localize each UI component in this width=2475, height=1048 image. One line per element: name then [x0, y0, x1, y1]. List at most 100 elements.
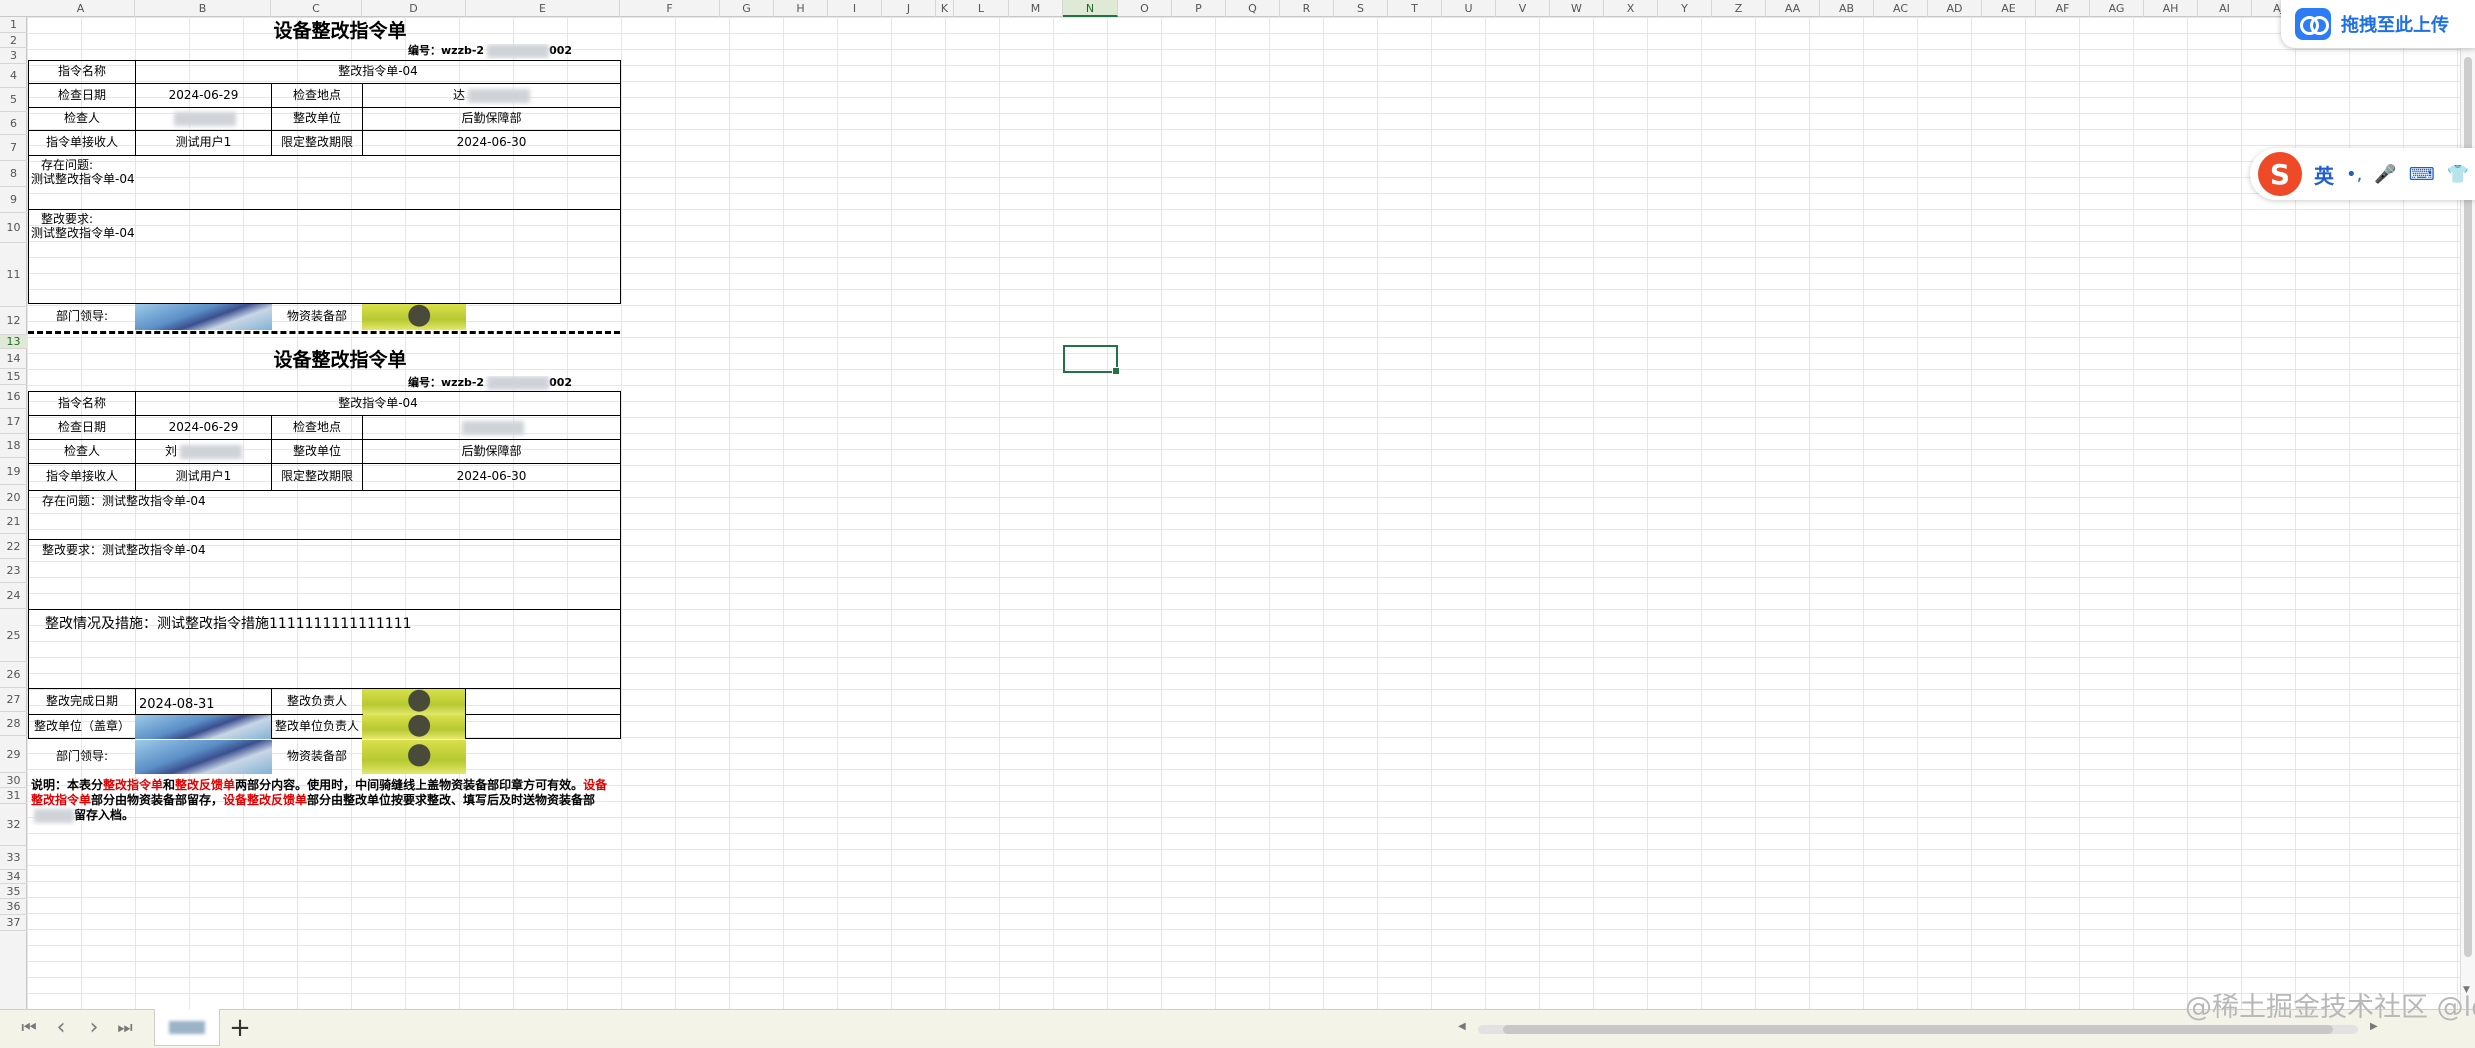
column-header-cell[interactable]: AF	[2036, 0, 2090, 17]
form2-value-inspector[interactable]: 刘	[135, 439, 272, 464]
column-header-cell[interactable]: R	[1280, 0, 1334, 17]
form1-value-date[interactable]: 2024-06-29	[135, 83, 272, 108]
column-header-cell[interactable]: C	[271, 0, 362, 17]
column-header-cell[interactable]: AE	[1982, 0, 2036, 17]
column-header-cell[interactable]: I	[828, 0, 882, 17]
ime-language-toggle[interactable]: 英	[2314, 160, 2334, 189]
form1-value-place[interactable]: 达	[362, 83, 621, 108]
punctuation-icon[interactable]: •,	[2346, 164, 2362, 185]
column-header-cell[interactable]: AH	[2144, 0, 2198, 17]
column-header-cell[interactable]: D	[362, 0, 466, 17]
form1-value-deadline[interactable]: 2024-06-30	[362, 130, 621, 156]
first-sheet-icon[interactable]: ⏮	[18, 1018, 40, 1038]
column-header-cell[interactable]: H	[774, 0, 828, 17]
row-header-cell[interactable]: 28	[0, 712, 27, 736]
row-header-cell[interactable]: 13	[0, 335, 27, 349]
column-header-cell[interactable]: J	[882, 0, 936, 17]
row-header-cell[interactable]: 16	[0, 385, 27, 409]
form2-measures-cell[interactable]: 整改情况及措施：测试整改指令措施1111111111111111	[28, 609, 621, 689]
row-header-cell[interactable]: 18	[0, 434, 27, 458]
form1-value-name[interactable]: 整改指令单-04	[135, 60, 621, 84]
sogou-logo-icon[interactable]: S	[2258, 152, 2302, 196]
active-cell[interactable]	[1063, 345, 1120, 375]
row-header-cell[interactable]: 7	[0, 135, 27, 161]
row-header-cell[interactable]: 17	[0, 409, 27, 434]
row-header-cell[interactable]: 1	[0, 17, 27, 33]
column-header-cell[interactable]: AI	[2198, 0, 2252, 17]
column-header-cell[interactable]: Z	[1712, 0, 1766, 17]
form1-value-unit[interactable]: 后勤保障部	[362, 107, 621, 131]
form2-unit-owner-extra[interactable]	[465, 714, 621, 739]
row-header-cell[interactable]: 8	[0, 161, 27, 187]
column-header-cell[interactable]: AA	[1766, 0, 1820, 17]
form2-value-unit[interactable]: 后勤保障部	[362, 439, 621, 464]
row-header-cell[interactable]: 19	[0, 458, 27, 485]
column-header-cell[interactable]: Y	[1658, 0, 1712, 17]
row-header-cell[interactable]: 36	[0, 899, 27, 915]
form1-value-inspector[interactable]	[135, 107, 272, 131]
row-header-cell[interactable]: 29	[0, 736, 27, 773]
row-header-cell[interactable]: 6	[0, 112, 27, 135]
form2-value-place[interactable]	[362, 415, 621, 440]
form1-requirement-cell[interactable]: 整改要求: 测试整改指令单-04	[28, 209, 621, 304]
column-header-cell[interactable]: AD	[1928, 0, 1982, 17]
column-header-cell[interactable]: AB	[1820, 0, 1874, 17]
row-header-cell[interactable]: 37	[0, 915, 27, 931]
last-sheet-icon[interactable]: ⏭	[114, 1018, 136, 1038]
row-header-cell[interactable]: 35	[0, 884, 27, 899]
row-header-cell[interactable]: 9	[0, 187, 27, 213]
column-header-cell-selected[interactable]: N	[1063, 0, 1118, 17]
prev-sheet-icon[interactable]: ‹	[50, 1017, 72, 1039]
column-header-cell[interactable]: O	[1118, 0, 1172, 17]
row-header-cell[interactable]: 21	[0, 510, 27, 534]
column-header-cell[interactable]: T	[1388, 0, 1442, 17]
column-header-cell[interactable]: AC	[1874, 0, 1928, 17]
row-header-cell[interactable]: 23	[0, 559, 27, 583]
row-header-cell[interactable]: 31	[0, 788, 27, 804]
row-header-cell[interactable]: 33	[0, 846, 27, 870]
row-header-cell[interactable]: 22	[0, 534, 27, 559]
column-header-cell[interactable]: U	[1442, 0, 1496, 17]
column-header-cell[interactable]: Q	[1226, 0, 1280, 17]
sheet-tab[interactable]	[154, 1009, 220, 1046]
column-header-cell[interactable]: P	[1172, 0, 1226, 17]
form2-value-deadline[interactable]: 2024-06-30	[362, 463, 621, 491]
column-header-cell[interactable]: M	[1009, 0, 1063, 17]
form1-problem-cell[interactable]: 存在问题: 测试整改指令单-04	[28, 155, 621, 210]
row-header-cell[interactable]: 15	[0, 369, 27, 385]
column-header-cell[interactable]: W	[1550, 0, 1604, 17]
row-header-cell[interactable]: 30	[0, 773, 27, 788]
next-sheet-icon[interactable]: ›	[83, 1017, 105, 1039]
column-header-cell[interactable]: B	[135, 0, 271, 17]
row-header-cell[interactable]: 27	[0, 688, 27, 712]
form2-problem-cell[interactable]: 存在问题：测试整改指令单-04	[28, 490, 621, 540]
row-header-cell[interactable]: 34	[0, 870, 27, 884]
column-header-cell[interactable]: E	[466, 0, 620, 17]
row-header-cell[interactable]: 14	[0, 349, 27, 369]
row-header-cell[interactable]: 32	[0, 804, 27, 846]
row-header-cell[interactable]: 10	[0, 213, 27, 243]
column-header-cell[interactable]: A	[27, 0, 135, 17]
skin-icon[interactable]: 👕	[2447, 164, 2469, 185]
row-header-cell[interactable]: 20	[0, 485, 27, 510]
row-header-cell[interactable]: 24	[0, 583, 27, 609]
form1-value-receiver[interactable]: 测试用户1	[135, 130, 272, 156]
column-header-cell[interactable]: F	[620, 0, 720, 17]
horizontal-scroll-thumb[interactable]	[1503, 1025, 2333, 1034]
microphone-icon[interactable]: 🎤	[2374, 164, 2396, 185]
form2-requirement-cell[interactable]: 整改要求：测试整改指令单-04	[28, 539, 621, 610]
row-header-cell[interactable]: 3	[0, 48, 27, 64]
form2-value-date[interactable]: 2024-06-29	[135, 415, 272, 440]
column-header-cell[interactable]: L	[954, 0, 1009, 17]
form2-owner-extra[interactable]	[465, 688, 621, 715]
form2-value-name[interactable]: 整改指令单-04	[135, 391, 621, 416]
row-header-cell[interactable]: 5	[0, 88, 27, 112]
row-header-cell[interactable]: 2	[0, 33, 27, 48]
row-header-cell[interactable]: 25	[0, 609, 27, 662]
column-header-cell[interactable]: V	[1496, 0, 1550, 17]
row-header-cell[interactable]: 4	[0, 64, 27, 88]
form2-value-receiver[interactable]: 测试用户1	[135, 463, 272, 491]
drag-upload-widget[interactable]: 拖拽至此上传	[2281, 0, 2475, 48]
add-sheet-button[interactable]: +	[228, 1014, 252, 1042]
ime-toolbar[interactable]: S 英 •, 🎤 ⌨ 👕	[2250, 148, 2475, 200]
